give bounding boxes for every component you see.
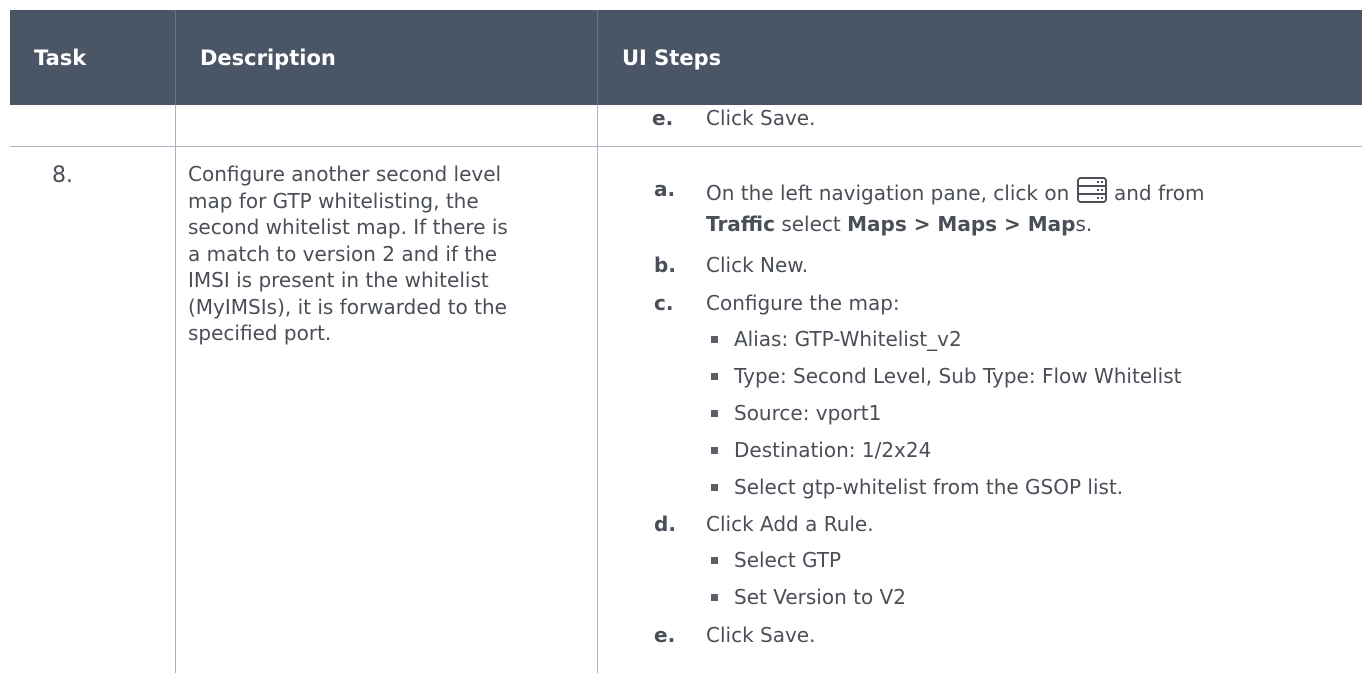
step-a-line-2: Traffic select Maps > Maps > Maps. <box>706 212 1092 236</box>
bullet-icon <box>711 373 718 380</box>
description-line: IMSI is present in the whitelist <box>188 268 489 292</box>
column-divider-left <box>175 105 176 673</box>
bullet-icon <box>711 484 718 491</box>
list-item: Destination: 1/2x24 <box>734 438 932 462</box>
header-task: Task <box>34 45 87 70</box>
bullet-icon <box>711 336 718 343</box>
description-line: map for GTP whitelisting, the <box>188 188 479 213</box>
description-line: Configure another second level <box>188 162 502 186</box>
step-d-text: Click Add a Rule. <box>706 512 874 536</box>
header-ui-steps: UI Steps <box>622 45 722 70</box>
task-number: 8. <box>52 163 73 188</box>
description-line: specified port. <box>188 321 332 345</box>
step-a-text: select <box>781 212 841 236</box>
description-line: second whitelist map. If there is <box>188 215 508 239</box>
step-d-letter: d. <box>654 512 676 536</box>
step-b-letter: b. <box>654 253 676 277</box>
list-item: Select gtp-whitelist from the GSOP list. <box>734 475 1124 499</box>
step-e-text: Click Save. <box>706 106 816 130</box>
step-a-line-1: On the left navigation pane, click on an… <box>706 177 1205 208</box>
task-description: Configure another second level map for G… <box>188 161 508 347</box>
step-a-text: On the left navigation pane, click on <box>706 181 1070 205</box>
step-e-letter: e. <box>654 623 676 647</box>
step-c-text: Configure the map: <box>706 291 900 315</box>
table-header: Task Description UI Steps <box>10 10 1362 105</box>
step-b-text: Click New. <box>706 253 809 277</box>
list-item: Source: vport1 <box>734 401 882 425</box>
bullet-icon <box>711 447 718 454</box>
step-a-bold: Traffic <box>706 212 775 236</box>
step-c-letter: c. <box>654 291 674 315</box>
column-divider-right <box>597 105 598 673</box>
row-divider <box>10 146 1362 147</box>
step-e-letter: e. <box>652 106 674 130</box>
description-line: a match to version 2 and if the <box>188 241 498 266</box>
step-e-text: Click Save. <box>706 623 816 647</box>
bullet-icon <box>711 410 718 417</box>
bullet-icon <box>711 594 718 601</box>
list-item: Alias: GTP-Whitelist_v2 <box>734 327 962 351</box>
server-stack-icon <box>1076 177 1107 208</box>
list-item: Set Version to V2 <box>734 585 906 609</box>
step-a-text: and from <box>1113 181 1205 205</box>
description-line: (MyIMSIs), it is forwarded to the <box>188 294 507 319</box>
header-description: Description <box>200 45 336 70</box>
header-divider <box>597 10 598 105</box>
bullet-icon <box>711 557 718 564</box>
list-item: Select GTP <box>734 548 842 572</box>
step-a-letter: a. <box>654 177 676 201</box>
step-a-text: s. <box>1075 212 1093 236</box>
step-a-bold: Maps > Maps > Map <box>847 212 1076 236</box>
header-divider <box>175 10 176 105</box>
list-item: Type: Second Level, Sub Type: Flow White… <box>734 364 1182 388</box>
